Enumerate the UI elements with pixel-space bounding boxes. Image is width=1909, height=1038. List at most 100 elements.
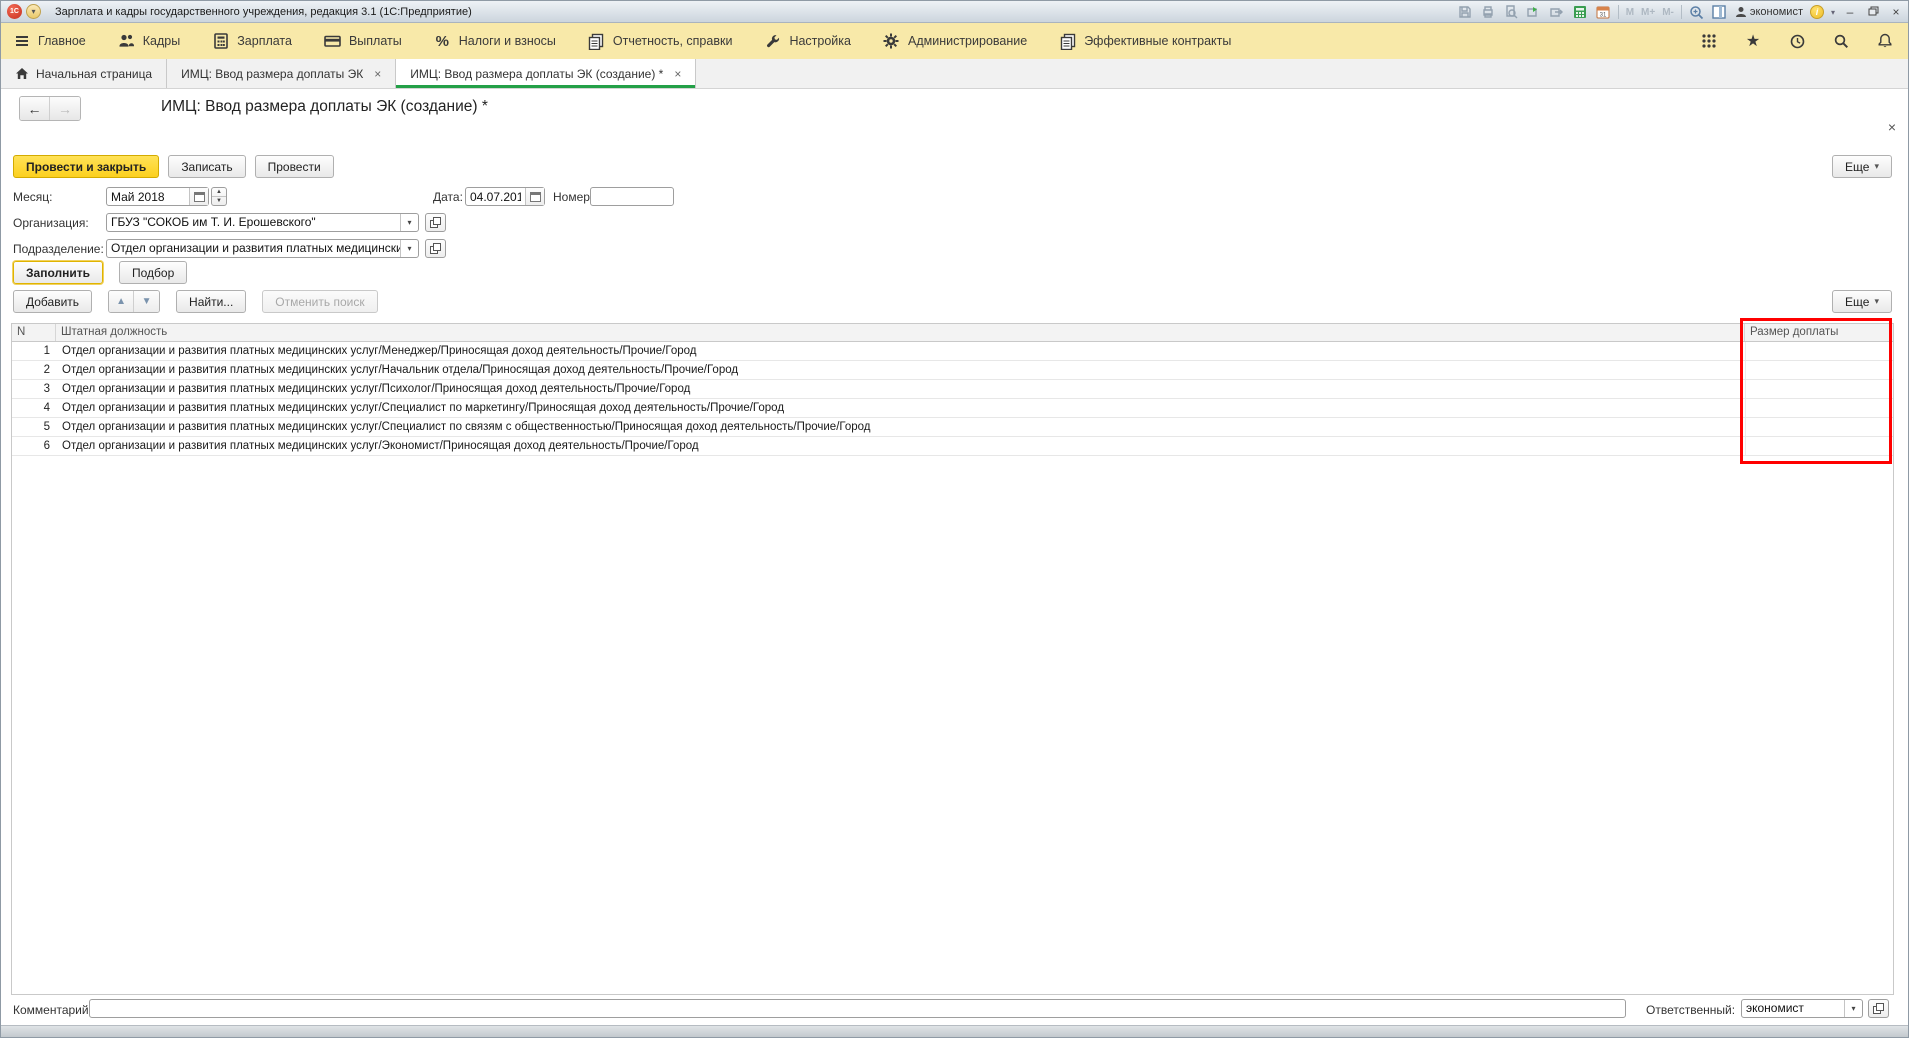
service-menu-icon[interactable] xyxy=(1700,32,1718,50)
post-button[interactable]: Провести xyxy=(255,155,334,178)
month-calendar-icon[interactable] xyxy=(189,188,208,205)
find-button[interactable]: Найти... xyxy=(176,290,246,313)
menu-item-6[interactable]: Отчетность, справки xyxy=(588,33,733,50)
tab-3[interactable]: ИМЦ: Ввод размера доплаты ЭК (создание) … xyxy=(396,59,696,88)
cell-amount[interactable] xyxy=(1745,380,1893,398)
restore-button[interactable] xyxy=(1865,5,1881,19)
split-view-icon[interactable] xyxy=(1712,4,1728,20)
cell-row-number: 1 xyxy=(12,342,56,360)
month-stepper[interactable]: ▲▼ xyxy=(211,187,227,206)
month-input[interactable] xyxy=(107,188,189,205)
cell-amount[interactable] xyxy=(1745,399,1893,417)
favorites-star-icon[interactable]: ★ xyxy=(1744,32,1762,50)
menu-item-label: Главное xyxy=(38,34,86,48)
organization-label: Организация: xyxy=(13,216,89,230)
department-combo[interactable]: Отдел организации и развития платных мед… xyxy=(106,239,419,258)
calculator-icon[interactable] xyxy=(1572,4,1588,20)
calendar-icon[interactable]: 31 xyxy=(1595,4,1611,20)
attach-file-icon[interactable] xyxy=(1549,4,1565,20)
svg-text:31: 31 xyxy=(1599,13,1606,19)
tab-2[interactable]: ИМЦ: Ввод размера доплаты ЭК× xyxy=(167,59,396,88)
print-preview-icon[interactable] xyxy=(1503,4,1519,20)
cell-position: Отдел организации и развития платных мед… xyxy=(56,361,1745,379)
menu-item-label: Настройка xyxy=(789,34,851,48)
cell-amount[interactable] xyxy=(1745,418,1893,436)
save-icon[interactable] xyxy=(1457,4,1473,20)
table-row[interactable]: 5Отдел организации и развития платных ме… xyxy=(12,418,1893,437)
column-header-amount[interactable]: Размер доплаты xyxy=(1745,324,1893,341)
search-icon[interactable] xyxy=(1832,32,1850,50)
close-window-button[interactable]: × xyxy=(1888,5,1904,19)
info-icon[interactable]: i xyxy=(1810,5,1824,19)
cell-row-number: 4 xyxy=(12,399,56,417)
notifications-bell-icon[interactable] xyxy=(1876,32,1894,50)
number-input[interactable] xyxy=(591,188,673,205)
menu-item-8[interactable]: Администрирование xyxy=(883,33,1027,50)
chevron-down-icon: ▾ xyxy=(1874,296,1879,307)
organization-combo[interactable]: ГБУЗ "СОКОБ им Т. И. Ерошевского" ▾ xyxy=(106,213,419,232)
comment-field-group xyxy=(89,999,1626,1018)
pick-button[interactable]: Подбор xyxy=(119,261,187,284)
responsible-combo[interactable]: экономист ▾ xyxy=(1741,999,1863,1018)
nav-back-button[interactable]: ← xyxy=(20,97,50,120)
close-form-icon[interactable]: × xyxy=(1888,119,1896,135)
column-header-position[interactable]: Штатная должность xyxy=(56,324,1745,341)
date-input[interactable] xyxy=(466,188,525,205)
sync-data-icon[interactable] xyxy=(1526,4,1542,20)
tab-1[interactable]: Начальная страница xyxy=(1,59,167,88)
fill-button[interactable]: Заполнить xyxy=(13,261,103,284)
cell-position: Отдел организации и развития платных мед… xyxy=(56,418,1745,436)
table-row[interactable]: 4Отдел организации и развития платных ме… xyxy=(12,399,1893,418)
menu-item-7[interactable]: Настройка xyxy=(764,33,851,50)
table-row[interactable]: 3Отдел организации и развития платных ме… xyxy=(12,380,1893,399)
cell-amount[interactable] xyxy=(1745,437,1893,455)
move-down-icon[interactable]: ▼ xyxy=(134,291,159,312)
responsible-open-icon[interactable] xyxy=(1868,999,1889,1018)
more-table-button[interactable]: Еще▾ xyxy=(1832,290,1892,313)
table-row[interactable]: 2Отдел организации и развития платных ме… xyxy=(12,361,1893,380)
cell-amount[interactable] xyxy=(1745,342,1893,360)
more-form-button[interactable]: Еще▾ xyxy=(1832,155,1892,178)
open-windows-tabbar: Начальная страница ИМЦ: Ввод размера доп… xyxy=(1,59,1908,89)
menu-item-4[interactable]: Выплаты xyxy=(324,33,402,50)
table-row[interactable]: 1Отдел организации и развития платных ме… xyxy=(12,342,1893,361)
comment-input[interactable] xyxy=(90,1000,1625,1017)
nav-forward-button[interactable]: → xyxy=(50,97,80,120)
menu-item-3[interactable]: Зарплата xyxy=(212,33,292,50)
organization-open-icon[interactable] xyxy=(425,213,446,232)
zoom-icon[interactable] xyxy=(1689,4,1705,20)
write-button[interactable]: Записать xyxy=(168,155,245,178)
history-icon[interactable] xyxy=(1788,32,1806,50)
info-caret-icon[interactable]: ▾ xyxy=(1831,8,1835,17)
date-calendar-icon[interactable] xyxy=(525,188,544,205)
main-menu-caret-button[interactable]: ▾ xyxy=(26,4,41,19)
menu-item-5[interactable]: %Налоги и взносы xyxy=(434,33,556,50)
minimize-button[interactable]: – xyxy=(1842,5,1858,19)
cell-amount[interactable] xyxy=(1745,361,1893,379)
user-icon xyxy=(1735,6,1747,18)
chevron-down-icon: ▾ xyxy=(400,240,418,257)
menu-item-1[interactable]: Главное xyxy=(13,33,86,50)
gear-icon xyxy=(883,33,900,50)
date-field-group xyxy=(465,187,545,206)
chevron-down-icon: ▾ xyxy=(1874,161,1879,172)
print-icon[interactable] xyxy=(1480,4,1496,20)
wrench-icon xyxy=(764,33,781,50)
memory-mplus-button[interactable]: M+ xyxy=(1641,7,1655,18)
page-title: ИМЦ: Ввод размера доплаты ЭК (создание) … xyxy=(161,98,488,116)
menu-item-2[interactable]: Кадры xyxy=(118,33,180,50)
move-up-icon[interactable]: ▲ xyxy=(109,291,134,312)
department-open-icon[interactable] xyxy=(425,239,446,258)
table-row[interactable]: 6Отдел организации и развития платных ме… xyxy=(12,437,1893,456)
month-label: Месяц: xyxy=(13,190,53,204)
memory-m-button[interactable]: M xyxy=(1626,7,1634,18)
menu-item-9[interactable]: Эффективные контракты xyxy=(1059,33,1231,50)
post-and-close-button[interactable]: Провести и закрыть xyxy=(13,155,159,178)
tab-close-icon[interactable]: × xyxy=(374,67,381,81)
current-user[interactable]: экономист xyxy=(1735,6,1803,18)
tab-close-icon[interactable]: × xyxy=(674,67,681,81)
column-header-n[interactable]: N xyxy=(12,324,56,341)
memory-mminus-button[interactable]: M- xyxy=(1662,7,1674,18)
date-label: Дата: xyxy=(433,190,463,204)
add-row-button[interactable]: Добавить xyxy=(13,290,92,313)
